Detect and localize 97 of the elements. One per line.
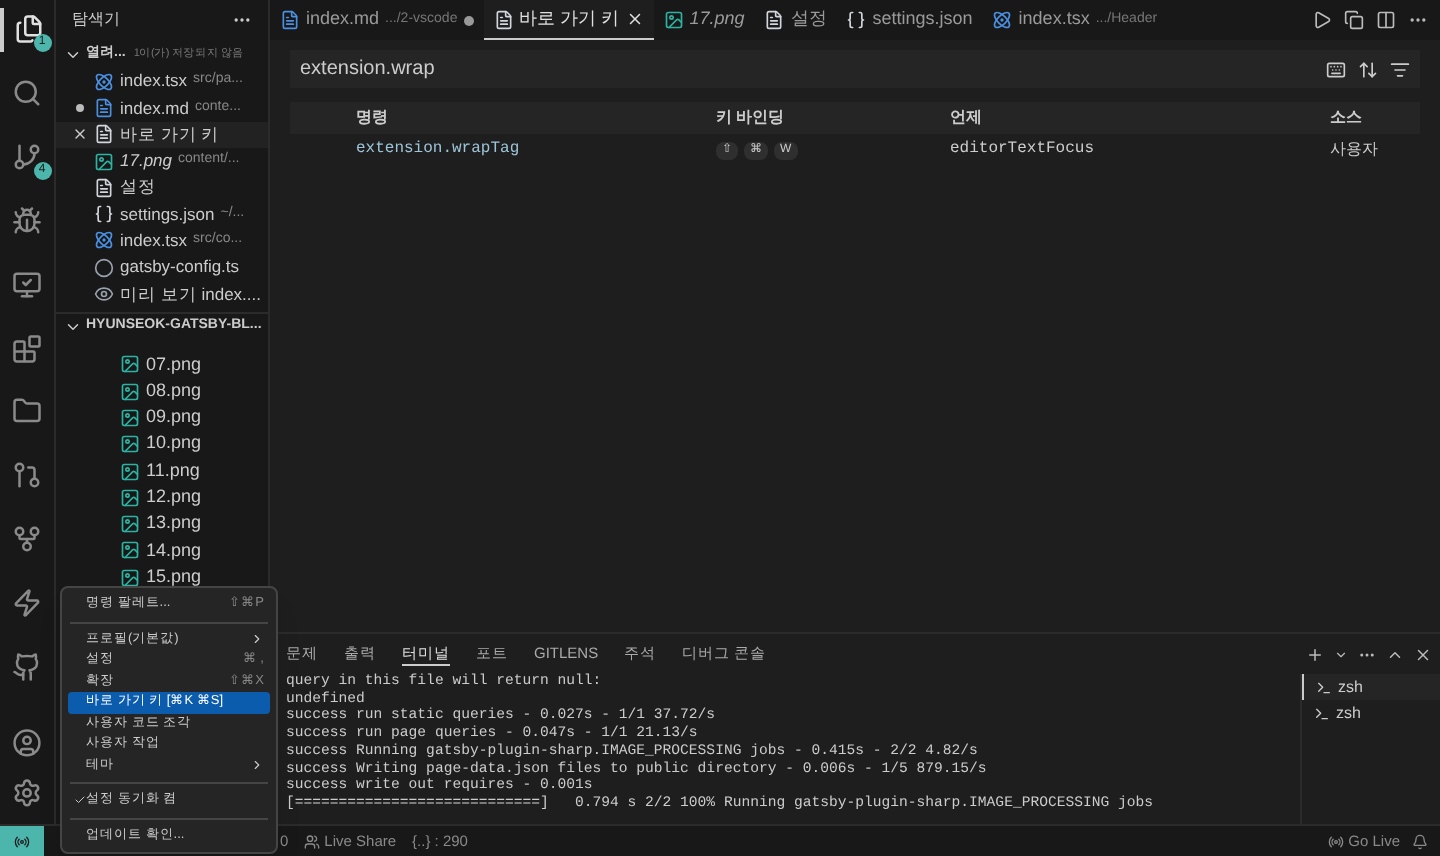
file-item[interactable]: 13.png — [56, 510, 268, 538]
image-file-icon — [120, 434, 140, 455]
sidebar-title: 탐색기 — [72, 8, 120, 32]
file-name: index.tsx — [120, 68, 188, 95]
file-name: 미리 보기 index.... — [120, 281, 261, 307]
braces-icon — [846, 10, 867, 30]
fork-icon — [12, 524, 42, 555]
file-icon — [493, 9, 514, 29]
braces-icon — [94, 204, 114, 225]
split-editor-icon[interactable] — [1376, 10, 1396, 30]
table-cell-text: editorTextFocus — [950, 138, 1097, 162]
file-item[interactable]: 15.png — [56, 564, 268, 591]
check-icon — [74, 794, 86, 807]
open-editor-item[interactable]: 설정 — [56, 174, 268, 201]
editor-tab[interactable]: settings.json — [836, 0, 983, 40]
editor-tab[interactable]: 설정 — [754, 0, 837, 40]
file-item[interactable]: 14.png — [56, 537, 268, 565]
submenu-chevron-icon — [250, 758, 264, 773]
run-icon[interactable] — [1312, 10, 1332, 30]
editor-tab[interactable]: 17.png — [653, 0, 755, 40]
settings-icon[interactable] — [12, 778, 42, 809]
file-icon — [764, 10, 785, 30]
column-header[interactable]: 소스 — [1330, 106, 1420, 130]
lightning-icon — [12, 588, 42, 619]
files-icon — [14, 14, 44, 45]
column-header[interactable]: 명령 — [356, 106, 716, 130]
add-icon[interactable] — [1306, 645, 1324, 663]
monitor-icon — [12, 269, 42, 300]
preview-icon — [94, 284, 114, 305]
sort-icon[interactable] — [1358, 59, 1378, 79]
file-item[interactable]: 08.png — [56, 377, 268, 405]
github-icon — [12, 651, 42, 682]
close-icon[interactable] — [1414, 645, 1432, 663]
image-file-icon — [663, 10, 684, 30]
close-icon[interactable] — [625, 10, 644, 28]
file-name: 08.png — [146, 377, 202, 404]
file-name: 설정 — [120, 174, 156, 201]
folder-icon — [12, 396, 42, 427]
file-name: 17.png — [120, 148, 172, 174]
column-header[interactable]: 언제 — [950, 106, 1330, 130]
file-name: index.tsx — [120, 228, 188, 254]
file-name: 11.png — [146, 457, 200, 484]
file-name: gatsby-config.ts — [120, 254, 240, 281]
file-name: settings.json — [120, 201, 215, 227]
image-file-icon — [120, 567, 140, 588]
keyboard-icon[interactable] — [1326, 59, 1346, 79]
file-item[interactable]: 10.png — [56, 431, 268, 458]
branch-icon — [12, 142, 42, 173]
account-icon[interactable] — [12, 728, 42, 759]
column-header[interactable]: 키 바인딩 — [716, 106, 950, 130]
extensions-icon — [12, 333, 42, 364]
file-name: 09.png — [146, 404, 202, 431]
image-file-icon — [120, 540, 140, 561]
image-file-icon — [120, 354, 140, 375]
file-name: 14.png — [146, 537, 202, 564]
file-name: 13.png — [146, 510, 202, 537]
file-icon — [94, 124, 114, 145]
image-file-icon — [120, 381, 140, 402]
file-item[interactable]: 12.png — [56, 484, 268, 511]
image-file-icon — [120, 487, 140, 508]
submenu-chevron-icon — [250, 632, 264, 647]
image-file-icon — [94, 151, 114, 172]
terminal-item[interactable]: zsh — [1302, 700, 1440, 726]
bug-icon — [12, 205, 42, 236]
file-item[interactable]: 09.png — [56, 404, 268, 432]
remote-button[interactable] — [0, 826, 44, 856]
file-name: index.md — [120, 95, 189, 121]
image-file-icon — [120, 407, 140, 428]
terminal-icon — [1314, 705, 1330, 721]
open-editor-item[interactable]: 미리 보기 index.... — [56, 280, 268, 308]
file-name: 바로 가기 키 — [120, 121, 220, 148]
copy-icon[interactable] — [1344, 10, 1364, 30]
file-name: 10.png — [146, 430, 202, 457]
search-icon — [12, 78, 42, 109]
table-cell-text: extension.wrapTag — [356, 138, 522, 162]
close-icon[interactable] — [72, 126, 88, 143]
file-icon — [94, 177, 114, 198]
search-field[interactable]: extension.wrap — [290, 50, 1420, 88]
filter-icon[interactable] — [1390, 59, 1410, 79]
chevron-icon[interactable] — [1334, 647, 1348, 661]
open-editor-item[interactable]: gatsby-config.ts — [56, 254, 268, 281]
bell-icon[interactable] — [1412, 833, 1428, 849]
pull-request-icon — [12, 460, 42, 491]
file-item[interactable]: 11.png — [56, 457, 268, 485]
broadcast-icon — [1328, 833, 1345, 849]
table-cell-text: 사용자 — [1330, 138, 1380, 162]
file-name: 07.png — [146, 351, 202, 378]
file-item[interactable]: 07.png — [56, 351, 268, 378]
editor-tab[interactable]: 바로 가기 키 — [483, 0, 654, 40]
image-file-icon — [120, 461, 140, 481]
people-icon — [304, 833, 321, 849]
terminal-item[interactable]: zsh — [1302, 674, 1440, 700]
terminal-icon — [1316, 679, 1332, 695]
open-editor-item[interactable]: 바로 가기 키 — [56, 121, 268, 148]
file-name: 15.png — [146, 563, 202, 590]
image-file-icon — [120, 514, 140, 535]
file-name: 12.png — [146, 484, 202, 511]
